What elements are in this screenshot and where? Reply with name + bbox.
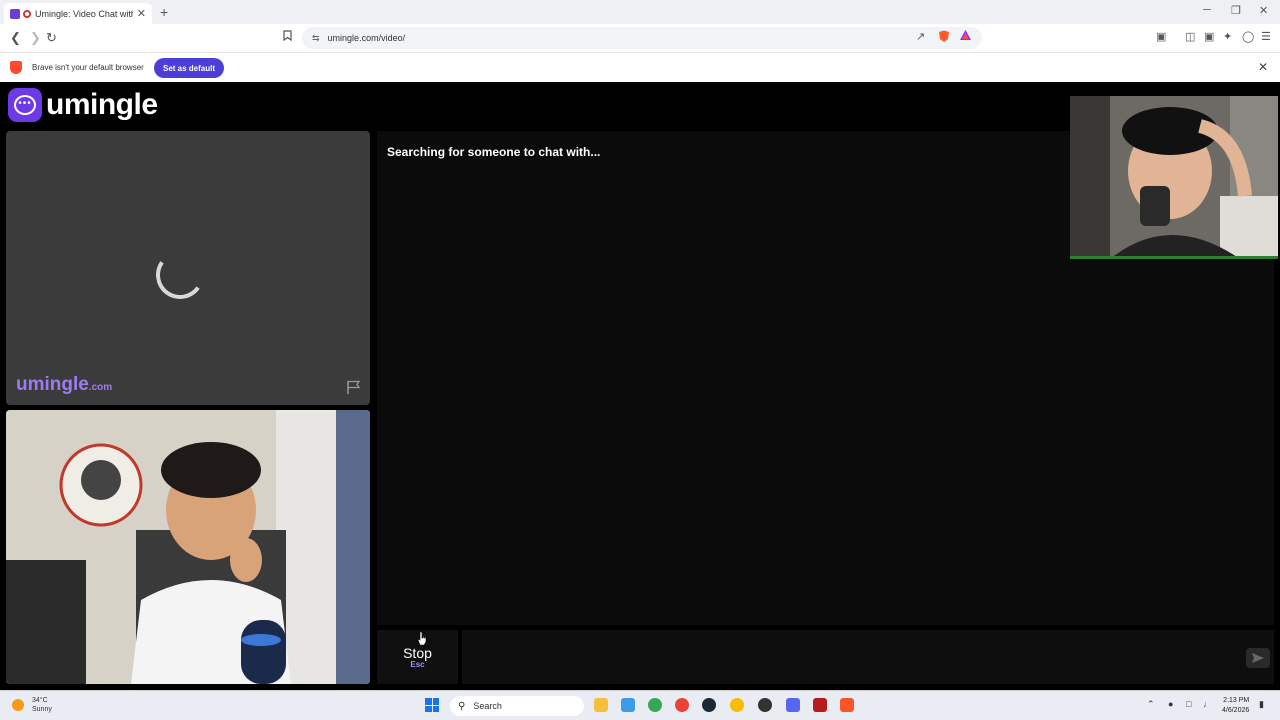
vpn-icon[interactable]: ◯ <box>1242 30 1254 43</box>
self-camera-video <box>6 410 370 684</box>
umingle-page: ••• umingle umingle.com Searching for so… <box>0 83 1280 689</box>
loading-spinner-icon <box>152 247 208 303</box>
steam-icon[interactable] <box>702 698 716 712</box>
send-arrow-icon <box>1252 653 1264 663</box>
weather-desc: Sunny <box>32 706 52 713</box>
leo-ai-icon[interactable]: ✦ <box>1223 30 1232 43</box>
new-tab-button[interactable]: + <box>160 4 168 20</box>
forward-icon[interactable]: ❯ <box>30 30 41 46</box>
chrome-profile-2-icon[interactable] <box>730 698 744 712</box>
site-info-icon[interactable]: ⇆ <box>312 33 320 44</box>
restore-button[interactable]: ❐ <box>1231 4 1241 17</box>
browser-toolbar: ❮ ❯ ↻ ⇆ umingle.com/video/ ↗ ▣ ◫ ▣ ✦ ◯ ☰ <box>0 24 1280 52</box>
system-clock[interactable]: 2:13 PM 4/6/2026 <box>1222 696 1249 716</box>
brave-rewards-icon[interactable] <box>960 30 971 43</box>
site-logo[interactable]: ••• umingle <box>8 88 158 122</box>
windows-taskbar: 34°C Sunny ⚲ Search ⌃ ● □ ♩ 2:13 PM 4/6/… <box>0 690 1280 720</box>
remote-video-feed-image <box>1070 96 1278 259</box>
wallet-icon[interactable]: ▣ <box>1204 30 1214 43</box>
browser-tab-strip: Umingle: Video Chat with Str ✕ + ─ ❐ ✕ <box>0 0 1280 24</box>
back-icon[interactable]: ❮ <box>10 30 21 46</box>
volume-icon[interactable]: ♩ <box>1203 699 1212 709</box>
tab-close-icon[interactable]: ✕ <box>137 7 146 20</box>
file-explorer-icon[interactable] <box>594 698 608 712</box>
stop-shortcut-hint: Esc <box>410 660 425 669</box>
sunny-weather-icon <box>12 699 24 711</box>
tray-overflow-icon[interactable]: ⌃ <box>1147 699 1155 710</box>
browser-tab[interactable]: Umingle: Video Chat with Str ✕ <box>4 3 152 24</box>
umingle-watermark: umingle.com <box>16 374 112 396</box>
watermark-main: umingle <box>16 374 89 395</box>
app-icon[interactable] <box>758 698 772 712</box>
address-bar[interactable]: ⇆ umingle.com/video/ <box>302 27 982 49</box>
infobar-message: Brave isn't your default browser <box>32 63 144 72</box>
tab-title: Umingle: Video Chat with Str <box>35 8 133 19</box>
brave-taskbar-icon[interactable] <box>840 698 854 712</box>
stop-button-label: Stop <box>403 645 432 661</box>
dota-icon[interactable] <box>813 698 827 712</box>
chrome-icon[interactable] <box>675 698 689 712</box>
menu-icon[interactable]: ☰ <box>1261 30 1271 43</box>
notifications-icon[interactable]: ▮ <box>1259 699 1264 710</box>
network-icon[interactable]: □ <box>1186 699 1191 709</box>
chat-message-input[interactable] <box>462 630 1274 684</box>
screenshot-icon[interactable]: ▣ <box>1156 30 1166 43</box>
share-icon[interactable]: ↗ <box>916 30 925 43</box>
window-close-button[interactable]: ✕ <box>1259 4 1268 17</box>
taskbar-search-label: Search <box>473 701 502 711</box>
taskbar-search[interactable]: ⚲ Search <box>450 696 584 716</box>
brave-shields-icon[interactable] <box>938 30 950 46</box>
search-icon: ⚲ <box>458 700 466 712</box>
watermark-suffix: .com <box>88 382 113 393</box>
weather-widget[interactable]: 34°C Sunny <box>12 696 52 714</box>
logo-dots: ••• <box>14 95 36 115</box>
clock-time: 2:13 PM <box>1223 697 1250 704</box>
reload-icon[interactable]: ↻ <box>46 30 57 46</box>
logo-text: umingle <box>46 88 158 121</box>
chat-bubble-logo-icon: ••• <box>8 88 42 122</box>
minimize-button[interactable]: ─ <box>1203 4 1211 16</box>
default-browser-infobar: Brave isn't your default browser Set as … <box>0 52 1280 82</box>
discord-icon[interactable] <box>786 698 800 712</box>
windows-start-icon[interactable] <box>425 698 439 712</box>
microphone-icon[interactable]: ● <box>1168 699 1173 709</box>
report-flag-icon[interactable] <box>346 380 362 394</box>
stranger-video-panel: umingle.com <box>6 131 370 405</box>
clock-date: 4/6/2026 <box>1222 707 1250 714</box>
self-camera-feed-image <box>6 410 370 684</box>
brave-logo-icon <box>10 61 22 74</box>
send-button[interactable] <box>1246 648 1270 668</box>
hand-cursor-icon <box>417 631 427 645</box>
search-status-text: Searching for someone to chat with... <box>387 145 601 159</box>
umingle-tab-icon <box>10 8 20 19</box>
sidebar-icon[interactable]: ◫ <box>1185 30 1195 43</box>
remote-video-thumbnail[interactable] <box>1070 96 1278 259</box>
copilot-icon[interactable] <box>621 698 635 712</box>
bookmark-icon[interactable] <box>283 30 292 44</box>
set-as-default-button[interactable]: Set as default <box>154 58 224 78</box>
infobar-close-icon[interactable]: ✕ <box>1258 60 1268 74</box>
chrome-profile-1-icon[interactable] <box>648 698 662 712</box>
recording-icon <box>23 9 31 18</box>
url-text: umingle.com/video/ <box>327 33 406 43</box>
weather-temp: 34°C <box>32 697 48 704</box>
